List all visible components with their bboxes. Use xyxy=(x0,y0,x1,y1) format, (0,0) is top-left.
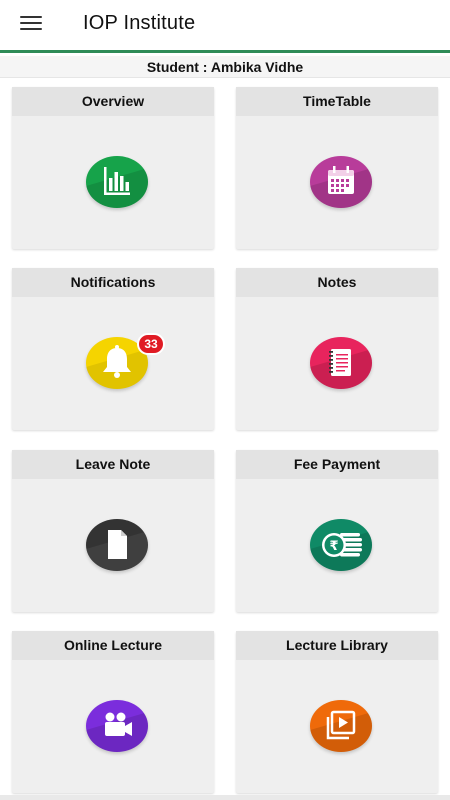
notepad-icon xyxy=(310,337,372,389)
tile-timetable[interactable]: TimeTable xyxy=(236,87,438,249)
tile-leave-note[interactable]: Leave Note xyxy=(12,450,214,612)
bottom-divider xyxy=(0,795,450,800)
tile-notes[interactable]: Notes xyxy=(236,268,438,430)
tile-online-lecture[interactable]: Online Lecture xyxy=(12,631,214,793)
tile-overview[interactable]: Overview xyxy=(12,87,214,249)
tile-label: Lecture Library xyxy=(236,631,438,660)
dashboard-grid: Overview TimeTable Notifications 33 Note… xyxy=(0,0,450,800)
tile-fee-payment[interactable]: Fee Payment ₹ xyxy=(236,450,438,612)
tile-label: Fee Payment xyxy=(236,450,438,479)
video-camera-icon xyxy=(86,700,148,752)
tile-label: Notes xyxy=(236,268,438,297)
tile-label: TimeTable xyxy=(236,87,438,116)
calendar-icon xyxy=(310,156,372,208)
rupee-coins-icon: ₹ xyxy=(310,519,372,571)
svg-text:₹: ₹ xyxy=(329,539,338,554)
tile-label: Overview xyxy=(12,87,214,116)
tile-label: Online Lecture xyxy=(12,631,214,660)
video-library-icon xyxy=(310,700,372,752)
notification-count-badge: 33 xyxy=(137,333,165,355)
document-icon xyxy=(86,519,148,571)
tile-label: Leave Note xyxy=(12,450,214,479)
bar-chart-icon xyxy=(86,156,148,208)
tile-label: Notifications xyxy=(12,268,214,297)
tile-notifications[interactable]: Notifications 33 xyxy=(12,268,214,430)
tile-lecture-library[interactable]: Lecture Library xyxy=(236,631,438,793)
